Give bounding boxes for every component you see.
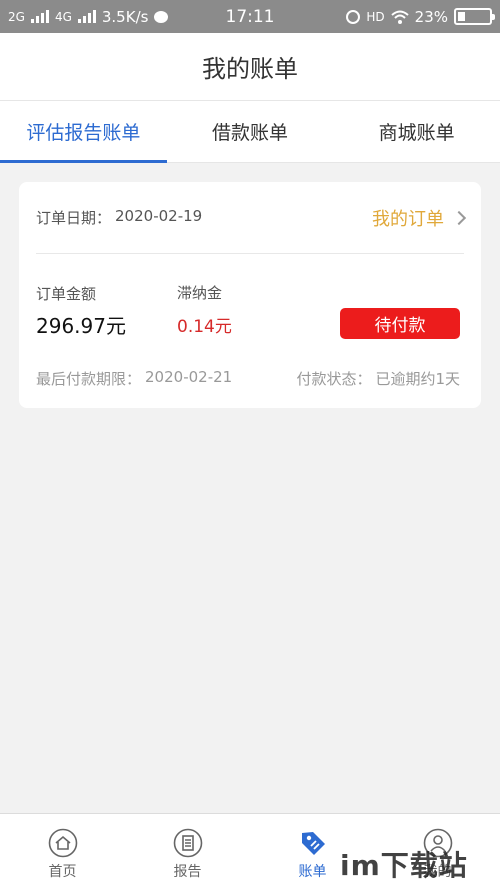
late-fee-label: 滞纳金 [177,284,223,302]
network-4g: 4G [54,9,72,24]
nav-home[interactable]: 首页 [0,814,125,888]
network-2g: 2G [8,9,25,24]
hd-badge: HD [366,9,385,24]
payment-status-value: 已逾期约1天 [375,370,460,388]
bill-card: 订单日期： 2020-02-19 我的订单 订单金额 296.97元 滞纳金 0… [19,182,481,408]
nav-home-label: 首页 [48,864,77,880]
status-right: HD 23% [346,7,495,26]
card-header-row: 订单日期： 2020-02-19 我的订单 [36,182,467,254]
page-title: 我的账单 [202,55,298,83]
my-orders-link[interactable]: 我的订单 [372,205,467,231]
order-date-value: 2020-02-19 [115,207,203,225]
wifi-icon [390,10,409,24]
order-date: 订单日期： 2020-02-19 [36,207,202,228]
payment-deadline: 最后付款期限： 2020-02-21 [36,368,232,389]
payment-deadline-value: 2020-02-21 [145,368,233,386]
status-bar: 2G 4G 3.5K/s 17:11 HD 23% [0,0,500,33]
tab-mall-bills[interactable]: 商城账单 [333,101,500,162]
site-watermark: im下载站 [340,849,468,882]
nav-report-label: 报告 [173,864,202,880]
home-icon [48,828,77,858]
order-date-label: 订单日期： [36,209,112,227]
chevron-right-icon [451,210,467,225]
report-icon [173,828,202,858]
pending-payment-button[interactable]: 待付款 [340,308,460,339]
payment-status-label: 付款状态： [296,370,372,388]
my-orders-label: 我的订单 [372,208,444,230]
signal-icon [30,10,49,23]
battery-percent: 23% [414,7,448,26]
network-speed: 3.5K/s [101,7,149,26]
signal-icon [77,10,96,23]
order-amount-label: 订单金额 [36,285,97,303]
status-left: 2G 4G 3.5K/s [8,7,169,26]
payment-status: 付款状态： 已逾期约1天 [296,368,460,389]
order-amount-value: 296.97元 [36,314,126,338]
bill-tabs: 评估报告账单 借款账单 商城账单 [0,101,500,163]
bill-tag-icon [301,832,325,855]
alarm-icon [346,9,361,24]
tab-report-bills[interactable]: 评估报告账单 [0,101,167,163]
nav-report[interactable]: 报告 [125,814,250,888]
tab-loan-bills[interactable]: 借款账单 [167,101,334,162]
payment-deadline-label: 最后付款期限： [36,370,142,388]
app-header: 我的账单 [0,33,500,101]
battery-icon [454,8,495,25]
nav-bills-label: 账单 [298,864,327,880]
late-fee-value: 0.14元 [177,317,232,337]
message-icon [154,10,169,23]
